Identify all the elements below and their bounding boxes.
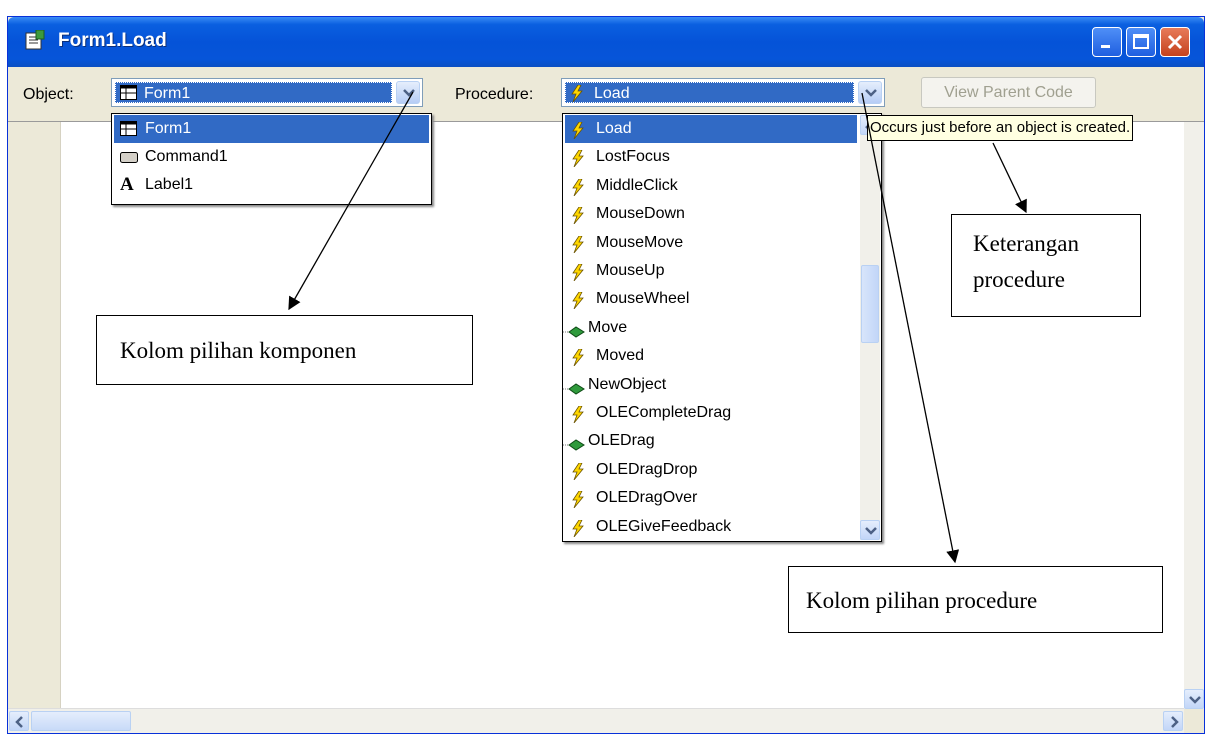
arrow-to-procedure-callout [861,92,960,564]
annotation-arrows [288,91,1027,564]
arrow-to-description-callout [992,142,1027,214]
arrow-to-object-callout [288,91,414,311]
